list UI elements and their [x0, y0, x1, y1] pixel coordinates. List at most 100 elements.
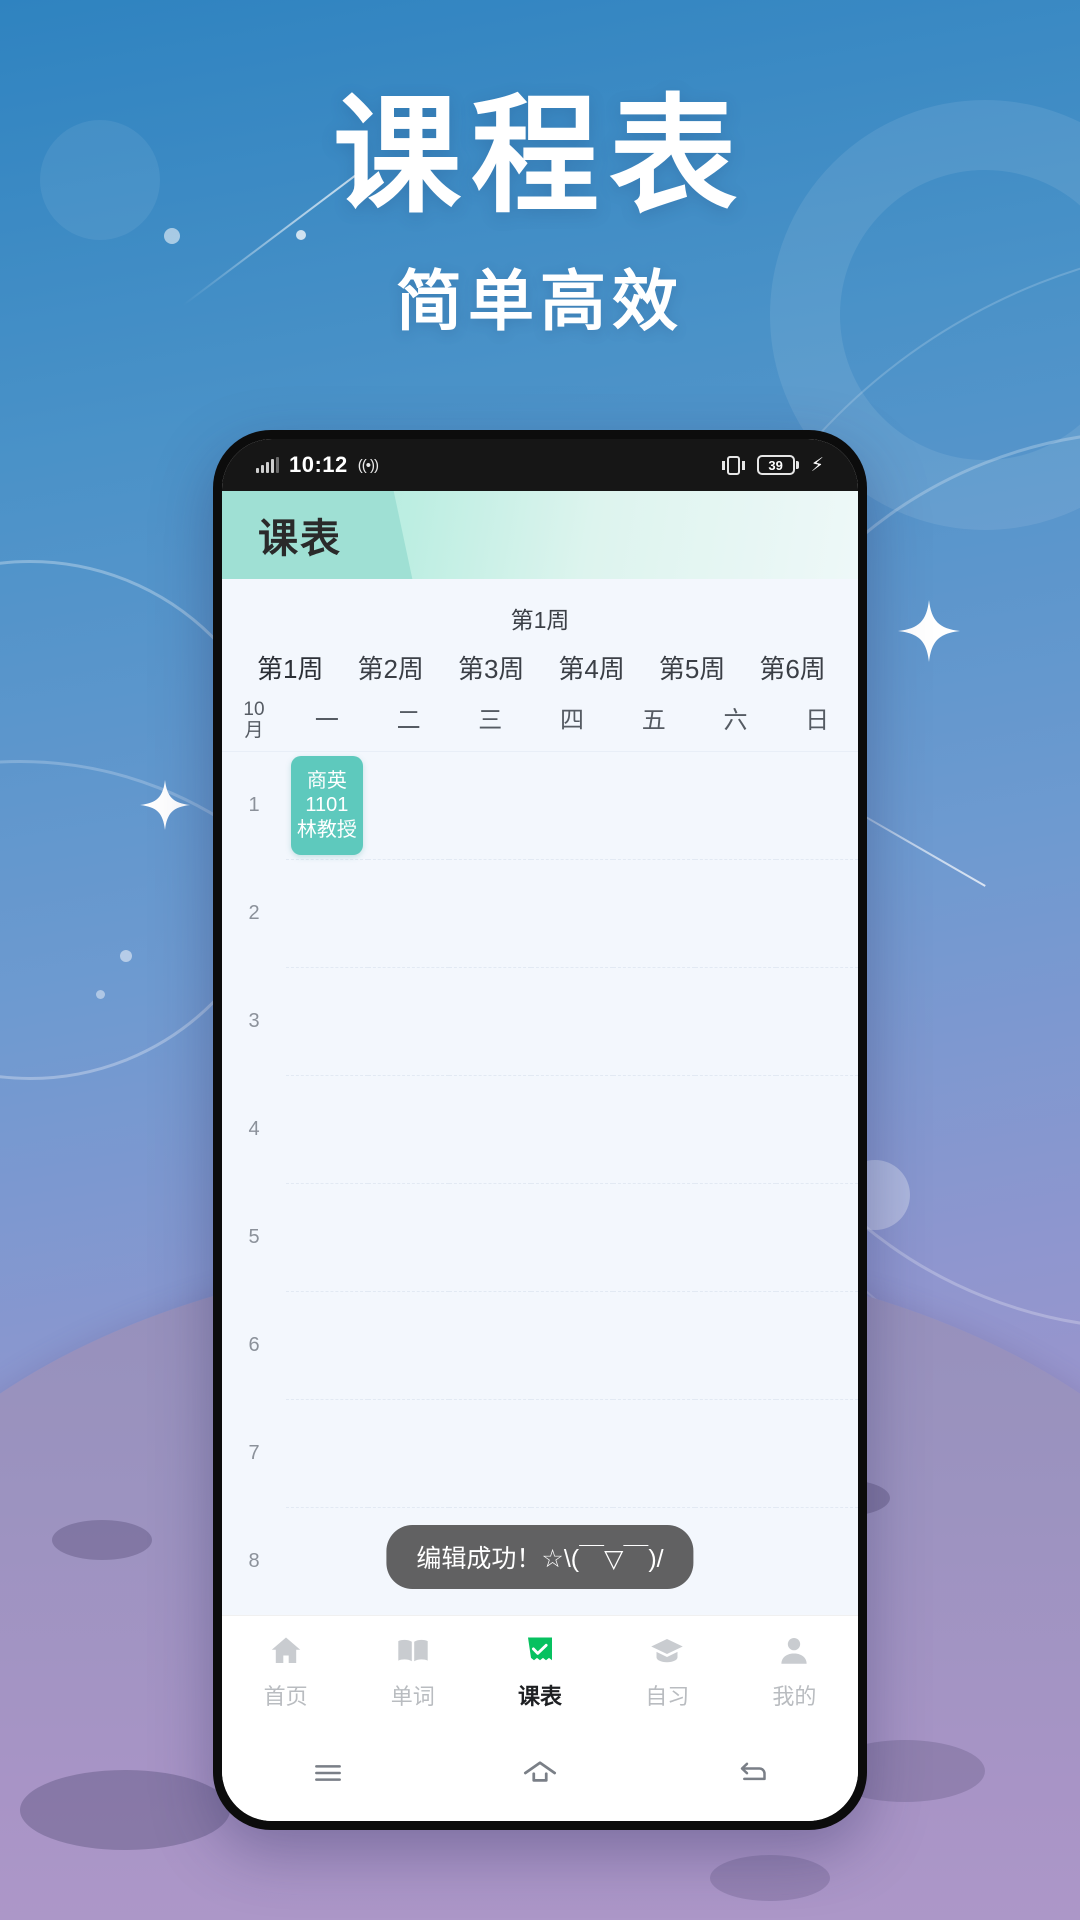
- schedule-slot[interactable]: [449, 968, 532, 1077]
- home-outline-icon[interactable]: [434, 1751, 646, 1795]
- hero-title: 课程表: [332, 85, 747, 228]
- day-column-wed: [449, 752, 532, 1615]
- schedule-slot[interactable]: [531, 1400, 613, 1509]
- schedule-slot[interactable]: [531, 1184, 613, 1293]
- schedule-slot[interactable]: [612, 1184, 695, 1293]
- tab-label-selfstudy: 自习: [645, 1683, 690, 1709]
- vibrate-icon: [721, 455, 745, 475]
- status-bar: 10:12 ((•)) 39 ⚡: [222, 439, 858, 491]
- schedule-slot[interactable]: [694, 1400, 777, 1509]
- schedule-slot[interactable]: [367, 1400, 450, 1509]
- schedule-slot[interactable]: [695, 1508, 777, 1615]
- schedule-slot[interactable]: [776, 1292, 858, 1401]
- week-tab-7[interactable]: 第7: [843, 649, 858, 686]
- wifi-icon: ((•)): [357, 456, 379, 474]
- schedule-slot[interactable]: [776, 968, 858, 1077]
- schedule-slot[interactable]: [531, 968, 613, 1077]
- schedule-slot[interactable]: [612, 968, 695, 1077]
- schedule-slot[interactable]: [367, 1076, 450, 1185]
- schedule-slot[interactable]: [612, 1400, 695, 1509]
- schedule-slot[interactable]: [776, 1076, 858, 1185]
- battery-icon: 39: [756, 455, 799, 475]
- tab-mine[interactable]: 我的: [731, 1631, 858, 1711]
- day-header-fri: 五: [641, 707, 666, 734]
- schedule-slot[interactable]: [286, 860, 368, 969]
- schedule-slot[interactable]: [449, 1184, 532, 1293]
- tab-label-words: 单词: [390, 1683, 435, 1709]
- schedule-slot[interactable]: [612, 752, 695, 861]
- course-block[interactable]: 商英 1101 林教授: [291, 756, 363, 856]
- week-tab-2[interactable]: 第2周: [340, 649, 440, 686]
- schedule-slot[interactable]: [694, 1076, 777, 1185]
- schedule-slot[interactable]: [776, 1400, 858, 1509]
- schedule-slot[interactable]: [367, 860, 450, 969]
- home-icon: [266, 1631, 306, 1671]
- schedule-slot[interactable]: [286, 1508, 368, 1615]
- week-tab-6[interactable]: 第6周: [742, 649, 842, 686]
- schedule-slot[interactable]: [286, 968, 368, 1077]
- schedule-slot[interactable]: [531, 1076, 613, 1185]
- phone-screen: 10:12 ((•)) 39 ⚡ 课表 第1周 第1周 第2周 第3周 第4周 …: [222, 439, 858, 1821]
- schedule-slot[interactable]: [286, 1076, 368, 1185]
- schedule-slot[interactable]: [776, 752, 858, 861]
- person-icon: [774, 1631, 814, 1671]
- sparkle-icon: [898, 600, 960, 662]
- day-header-row: 10 月 一 二 三 四 五 六 日: [222, 699, 858, 751]
- day-header-wed: 三: [478, 707, 503, 734]
- schedule-slot[interactable]: [776, 1508, 858, 1615]
- schedule-slot[interactable]: [449, 860, 532, 969]
- tab-schedule[interactable]: 课表: [476, 1631, 603, 1711]
- schedule-slot[interactable]: [776, 860, 858, 969]
- back-arrow-icon[interactable]: [646, 1753, 858, 1793]
- crater: [52, 1520, 152, 1560]
- crater: [710, 1855, 830, 1901]
- week-tab-5[interactable]: 第5周: [642, 649, 742, 686]
- schedule-slot[interactable]: [612, 1076, 695, 1185]
- tab-words[interactable]: 单词: [349, 1631, 476, 1711]
- week-selector[interactable]: 第1周 第2周 第3周 第4周 第5周 第6周 第7: [222, 643, 858, 700]
- schedule-slot[interactable]: [367, 1184, 450, 1293]
- day-header-sat: 六: [723, 707, 748, 734]
- schedule-slot[interactable]: [286, 1400, 368, 1509]
- schedule-slot[interactable]: [694, 1184, 777, 1293]
- day-column-sat: [694, 752, 777, 1615]
- schedule-slot[interactable]: [694, 752, 777, 861]
- schedule-slot[interactable]: [531, 1292, 613, 1401]
- schedule-slot[interactable]: [286, 1184, 368, 1293]
- day-column-thu: [531, 752, 613, 1615]
- status-bar-left: 10:12 ((•)): [256, 452, 379, 478]
- schedule-slot[interactable]: [531, 860, 613, 969]
- tab-selfstudy[interactable]: 自习: [604, 1631, 731, 1711]
- period-label-3: 3: [248, 1010, 260, 1033]
- course-name: 商英: [306, 769, 347, 792]
- period-label-7: 7: [248, 1441, 260, 1464]
- week-tab-3[interactable]: 第3周: [441, 649, 541, 686]
- period-label-2: 2: [248, 902, 260, 925]
- recents-menu-icon[interactable]: [222, 1753, 434, 1793]
- tab-label-schedule: 课表: [518, 1683, 563, 1709]
- schedule-slot[interactable]: [531, 752, 613, 861]
- day-column-mon: 商英 1101 林教授: [286, 752, 368, 1615]
- schedule-slot[interactable]: [612, 1292, 695, 1401]
- schedule-slot[interactable]: [286, 1292, 368, 1401]
- week-tab-4[interactable]: 第4周: [541, 649, 641, 686]
- schedule-slot[interactable]: [776, 1184, 858, 1293]
- schedule-slot[interactable]: [449, 752, 532, 861]
- decorative-dot: [96, 990, 105, 999]
- schedule-slot[interactable]: [694, 860, 777, 969]
- schedule-slot[interactable]: [367, 1292, 450, 1401]
- schedule-slot[interactable]: [449, 1292, 532, 1401]
- schedule-slot[interactable]: [449, 1076, 532, 1185]
- schedule-slot[interactable]: [694, 968, 777, 1077]
- toast-message: 编辑成功！☆\(￣▽￣)/: [386, 1525, 694, 1589]
- schedule-slot[interactable]: [612, 860, 695, 969]
- schedule-slot[interactable]: [367, 752, 450, 861]
- schedule-slot[interactable]: [449, 1400, 532, 1509]
- schedule-slot[interactable]: [367, 968, 450, 1077]
- tab-home[interactable]: 首页: [222, 1631, 349, 1711]
- schedule-slot[interactable]: [694, 1292, 777, 1401]
- book-icon: [393, 1631, 433, 1671]
- phone-mockup: 10:12 ((•)) 39 ⚡ 课表 第1周 第1周 第2周 第3周 第4周 …: [213, 430, 867, 1830]
- week-tab-1[interactable]: 第1周: [240, 649, 340, 686]
- schedule-slot[interactable]: 商英 1101 林教授: [286, 752, 368, 861]
